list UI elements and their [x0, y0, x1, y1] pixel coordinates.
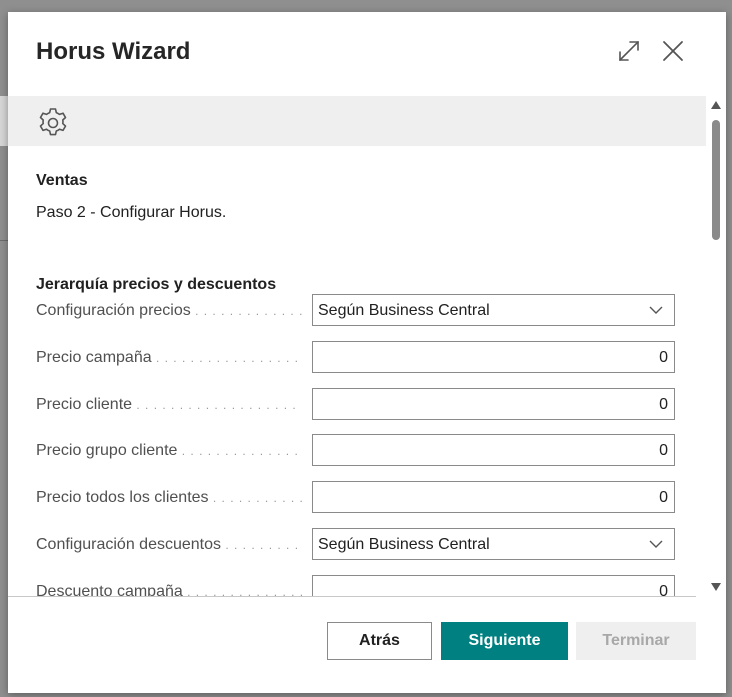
input-value: 0 [659, 442, 668, 459]
action-band [8, 96, 706, 146]
scroll-up-icon[interactable] [710, 100, 722, 110]
field-label: Precio campaña [36, 349, 302, 367]
input-value: 0 [659, 349, 668, 366]
all-customers-price-input[interactable]: 0 [312, 481, 675, 513]
background-strip [0, 96, 8, 146]
field-label: Precio grupo cliente [36, 442, 302, 460]
select-value: Según Business Central [318, 536, 490, 553]
chevron-down-icon [649, 540, 663, 548]
vertical-scrollbar[interactable] [706, 96, 726, 596]
campaign-price-input[interactable]: 0 [312, 341, 675, 373]
scroll-down-icon[interactable] [710, 582, 722, 592]
section-title: Ventas [36, 172, 88, 189]
field-row-precio-grupo-cliente: Precio grupo cliente 0 [36, 434, 678, 468]
scrollbar-thumb[interactable] [712, 120, 720, 240]
campaign-discount-input[interactable]: 0 [312, 575, 675, 596]
field-row-descuento-campana: Descuento campaña 0 [36, 575, 678, 596]
customer-group-price-input[interactable]: 0 [312, 434, 675, 466]
input-value: 0 [659, 583, 668, 596]
back-button[interactable]: Atrás [327, 622, 432, 660]
group-title: Jerarquía precios y descuentos [36, 276, 277, 293]
expand-icon[interactable] [616, 38, 642, 64]
select-value: Según Business Central [318, 302, 490, 319]
field-label: Precio cliente [36, 396, 302, 414]
field-row-configuracion-precios: Configuración precios Según Business Cen… [36, 294, 678, 328]
field-label: Precio todos los clientes [36, 489, 302, 507]
discount-config-select[interactable]: Según Business Central [312, 528, 675, 560]
dialog-title: Horus Wizard [36, 38, 191, 65]
field-label: Configuración descuentos [36, 536, 302, 554]
chevron-down-icon [649, 306, 663, 314]
wizard-content: Ventas Paso 2 - Configurar Horus. Jerarq… [8, 146, 706, 596]
gear-icon[interactable] [36, 106, 70, 140]
close-icon[interactable] [660, 38, 686, 64]
price-config-select[interactable]: Según Business Central [312, 294, 675, 326]
field-row-precio-campana: Precio campaña 0 [36, 341, 678, 375]
field-row-configuracion-descuentos: Configuración descuentos Según Business … [36, 528, 678, 562]
customer-price-input[interactable]: 0 [312, 388, 675, 420]
step-description: Paso 2 - Configurar Horus. [36, 204, 227, 221]
field-label: Configuración precios [36, 302, 302, 320]
next-button[interactable]: Siguiente [441, 622, 568, 660]
footer-divider [8, 596, 696, 597]
field-row-precio-cliente: Precio cliente 0 [36, 388, 678, 422]
input-value: 0 [659, 489, 668, 506]
background-divider [0, 240, 8, 241]
wizard-dialog: Horus Wizard Ventas Paso 2 - Configurar … [8, 12, 726, 693]
field-label: Descuento campaña [36, 583, 302, 596]
finish-button: Terminar [576, 622, 696, 660]
input-value: 0 [659, 396, 668, 413]
field-row-precio-todos-clientes: Precio todos los clientes 0 [36, 481, 678, 515]
